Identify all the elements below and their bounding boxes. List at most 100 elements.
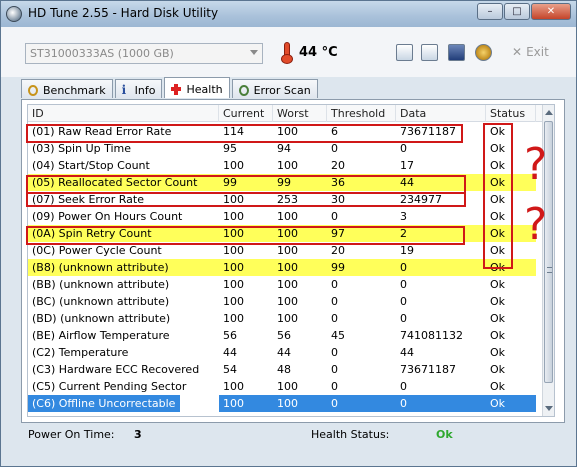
attribute-name: (01) Raw Read Error Rate	[32, 125, 172, 138]
current-value: 100	[223, 159, 244, 172]
table-row[interactable]: (BB) (unknown attribute) 100 100 0 0 Ok	[28, 276, 536, 293]
raw-data-value: 3	[400, 210, 407, 223]
app-window: HD Tune 2.55 - Hard Disk Utility – □ ✕ S…	[0, 0, 577, 467]
status-value: Ok	[490, 346, 506, 359]
threshold-value: 99	[331, 261, 345, 274]
threshold-value: 0	[331, 278, 338, 291]
threshold-value: 30	[331, 193, 345, 206]
column-header-data[interactable]: Data	[396, 105, 486, 122]
exit-button[interactable]: ✕ Exit	[512, 45, 549, 59]
column-header-current[interactable]: Current	[219, 105, 273, 122]
worst-value: 100	[277, 261, 298, 274]
table-header: ID Current Worst Threshold Data Status	[28, 105, 548, 122]
current-value: 100	[223, 244, 244, 257]
current-value: 100	[223, 295, 244, 308]
table-row[interactable]: (BE) Airflow Temperature 56 56 45 741081132 O…	[28, 327, 536, 344]
table-row[interactable]: (C3) Hardware ECC Recovered 54 48 0 73671187…	[28, 361, 536, 378]
column-header-id[interactable]: ID	[28, 105, 219, 122]
health-status-label: Health Status:	[311, 428, 390, 441]
table-row[interactable]: (B8) (unknown attribute) 100 100 99 0 Ok	[28, 259, 536, 276]
maximize-button[interactable]: □	[504, 3, 530, 20]
tab-health[interactable]: Health	[164, 77, 230, 98]
scroll-down-icon[interactable]	[545, 406, 553, 411]
attribute-name: (BD) (unknown attribute)	[32, 312, 171, 325]
worst-value: 100	[277, 278, 298, 291]
status-value: Ok	[490, 193, 506, 206]
current-value: 44	[223, 346, 237, 359]
close-button[interactable]: ✕	[531, 3, 571, 20]
table-row[interactable]: (07) Seek Error Rate 100 253 30 234977 Ok	[28, 191, 536, 208]
table-row[interactable]: (C6) Offline Uncorrectable 100 100 0 0 Ok	[28, 395, 536, 412]
chevron-down-icon	[250, 50, 258, 55]
status-value: Ok	[490, 329, 506, 342]
attribute-name: (C5) Current Pending Sector	[32, 380, 187, 393]
current-value: 99	[223, 176, 237, 189]
status-value: Ok	[490, 312, 506, 325]
exit-icon: ✕	[512, 45, 523, 59]
vertical-scrollbar[interactable]	[542, 105, 554, 416]
attribute-name: (0C) Power Cycle Count	[32, 244, 162, 257]
copy-screenshot-icon[interactable]	[421, 44, 438, 61]
current-value: 95	[223, 142, 237, 155]
threshold-value: 0	[331, 380, 338, 393]
scroll-up-icon[interactable]	[545, 110, 553, 115]
table-row[interactable]: (03) Spin Up Time 95 94 0 0 Ok	[28, 140, 536, 157]
table-row[interactable]: (BC) (unknown attribute) 100 100 0 0 Ok	[28, 293, 536, 310]
threshold-value: 0	[331, 312, 338, 325]
raw-data-value: 44	[400, 176, 414, 189]
tab-label: Benchmark	[43, 83, 106, 97]
table-row[interactable]: (0A) Spin Retry Count 100 100 97 2 Ok	[28, 225, 536, 242]
threshold-value: 0	[331, 363, 338, 376]
raw-data-value: 0	[400, 261, 407, 274]
status-value: Ok	[486, 395, 536, 412]
worst-value: 100	[277, 244, 298, 257]
threshold-value: 0	[331, 210, 338, 223]
table-row[interactable]: (04) Start/Stop Count 100 100 20 17 Ok	[28, 157, 536, 174]
column-header-worst[interactable]: Worst	[273, 105, 327, 122]
attribute-name: (C3) Hardware ECC Recovered	[32, 363, 200, 376]
info-icon: i	[121, 82, 127, 97]
raw-data-value: 0	[400, 312, 407, 325]
copy-text-icon[interactable]	[396, 44, 413, 61]
table-row[interactable]: (05) Reallocated Sector Count 99 99 36 44 Ok	[28, 174, 536, 191]
thermometer-icon	[280, 42, 294, 64]
tab-error-scan[interactable]: Error Scan	[231, 79, 318, 98]
worst-value: 44	[277, 346, 291, 359]
threshold-value: 0	[331, 142, 338, 155]
scroll-thumb[interactable]	[544, 121, 553, 383]
threshold-value: 20	[331, 159, 345, 172]
attribute-name: (0A) Spin Retry Count	[32, 227, 152, 240]
table-row[interactable]: (BD) (unknown attribute) 100 100 0 0 Ok	[28, 310, 536, 327]
save-icon[interactable]	[448, 44, 465, 61]
table-row[interactable]: (01) Raw Read Error Rate 114 100 6 73671187 O…	[28, 123, 536, 140]
table-row[interactable]: (C5) Current Pending Sector 100 100 0 0 Ok	[28, 378, 536, 395]
current-value: 100	[223, 193, 244, 206]
worst-value: 56	[277, 329, 291, 342]
tab-info[interactable]: i Info	[114, 79, 163, 98]
threshold-value: 36	[331, 176, 345, 189]
benchmark-icon	[28, 84, 38, 96]
attribute-name: (BB) (unknown attribute)	[32, 278, 170, 291]
table-row[interactable]: (0C) Power Cycle Count 100 100 20 19 Ok	[28, 242, 536, 259]
column-header-threshold[interactable]: Threshold	[327, 105, 396, 122]
hdd-app-icon	[6, 6, 22, 22]
status-value: Ok	[490, 261, 506, 274]
worst-value: 253	[277, 193, 298, 206]
raw-data-value: 73671187	[400, 125, 456, 138]
table-row[interactable]: (C2) Temperature 44 44 0 44 Ok	[28, 344, 536, 361]
options-icon[interactable]	[475, 44, 492, 61]
minimize-button[interactable]: –	[477, 3, 503, 20]
raw-data-value: 0	[400, 295, 407, 308]
attribute-name: (04) Start/Stop Count	[32, 159, 150, 172]
column-header-status[interactable]: Status	[486, 105, 536, 122]
status-value: Ok	[490, 380, 506, 393]
drive-select[interactable]: ST31000333AS (1000 GB)	[25, 43, 263, 64]
error-scan-icon	[238, 84, 249, 96]
tab-benchmark[interactable]: Benchmark	[21, 79, 113, 98]
attribute-name: (09) Power On Hours Count	[32, 210, 183, 223]
worst-value: 100	[273, 395, 327, 412]
raw-data-value: 0	[400, 142, 407, 155]
tab-bar: Benchmark i Info Health Error Scan	[21, 77, 320, 99]
title-bar: HD Tune 2.55 - Hard Disk Utility – □ ✕	[1, 1, 576, 27]
table-row[interactable]: (09) Power On Hours Count 100 100 0 3 Ok	[28, 208, 536, 225]
